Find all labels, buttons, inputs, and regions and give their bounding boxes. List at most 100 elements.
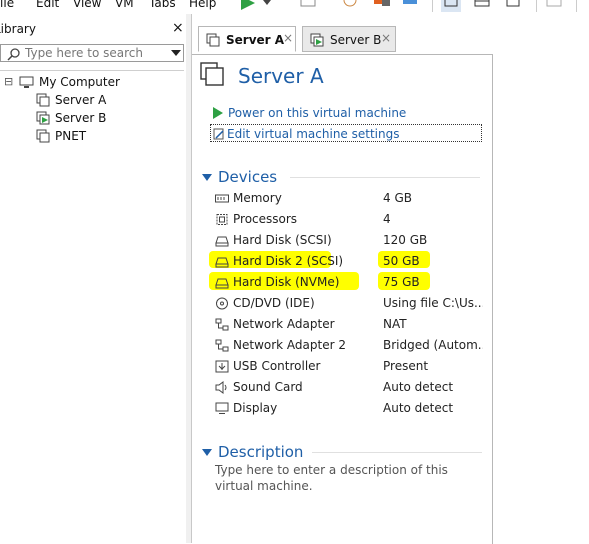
device-value: 75 GB [383, 275, 420, 289]
terminal-icon[interactable] [544, 0, 564, 12]
device-value: Present [383, 359, 429, 373]
collapse-icon[interactable] [202, 174, 212, 181]
display-icon [215, 402, 229, 414]
tab-server-a[interactable]: Server A × [198, 26, 296, 52]
device-row-network-adapter[interactable]: Network Adapter NAT [212, 314, 484, 335]
library-tree: ⊟ My Computer Server A Server B PNET [0, 70, 184, 541]
menu-bar: File Edit View VM Tabs Help [0, 0, 589, 14]
vm-large-icon [200, 62, 224, 86]
device-row-hard-disk-2-scsi[interactable]: Hard Disk 2 (SCSI) 50 GB [212, 251, 484, 272]
vm-running-icon [310, 33, 324, 47]
description-field[interactable]: Type here to enter a description of this… [215, 462, 475, 494]
play-icon [213, 107, 223, 119]
vm-icon [206, 33, 220, 47]
tab-close-button[interactable]: × [381, 31, 391, 45]
network-adapter-icon [215, 339, 229, 352]
hard-disk-icon [215, 236, 229, 247]
device-value: 120 GB [383, 233, 428, 247]
search-dropdown-icon[interactable] [171, 50, 181, 56]
section-divider [290, 177, 480, 178]
device-value: Using file C:\Us... [383, 296, 483, 310]
vm-icon [36, 93, 50, 107]
menu-vm[interactable]: VM [115, 0, 134, 10]
menu-file[interactable]: File [0, 0, 14, 10]
tab-bar: Server A × Server B × [192, 14, 589, 54]
device-value: Auto detect [383, 401, 454, 415]
device-row-cd-dvd[interactable]: CD/DVD (IDE) Using file C:\Us... [212, 293, 484, 314]
device-row-hard-disk-scsi[interactable]: Hard Disk (SCSI) 120 GB [212, 230, 484, 251]
hard-disk-icon [215, 278, 229, 289]
device-value: 4 [383, 212, 391, 226]
hard-disk-icon [215, 257, 229, 268]
device-name: Network Adapter [233, 317, 335, 331]
tree-item-server-b[interactable]: Server B [36, 109, 182, 127]
cd-dvd-icon [216, 297, 228, 310]
library-search-box[interactable] [0, 44, 184, 62]
vm-running-icon [36, 111, 50, 125]
usb-icon [215, 360, 229, 373]
device-row-network-adapter-2[interactable]: Network Adapter 2 Bridged (Autom... [212, 335, 484, 356]
device-name: Sound Card [233, 380, 303, 394]
section-title: Description [218, 443, 304, 461]
tree-item-label: My Computer [39, 75, 120, 89]
vm-summary-panel: Server A Power on this virtual machine E… [192, 54, 493, 544]
fullscreen-icon[interactable] [472, 0, 492, 12]
device-name: Memory [233, 191, 282, 205]
menu-tabs[interactable]: Tabs [149, 0, 176, 10]
device-row-hard-disk-nvme[interactable]: Hard Disk (NVMe) 75 GB [212, 272, 484, 293]
devices-section-header[interactable]: Devices [202, 168, 482, 188]
device-row-display[interactable]: Display Auto detect [212, 398, 484, 419]
tree-item-label: Server B [55, 111, 107, 125]
section-title: Devices [218, 168, 278, 186]
tab-server-b[interactable]: Server B × [302, 26, 396, 52]
library-close-button[interactable]: × [172, 20, 184, 36]
console-view-icon[interactable] [441, 0, 461, 12]
device-name: Hard Disk 2 (SCSI) [233, 254, 344, 268]
device-row-usb-controller[interactable]: USB Controller Present [212, 356, 484, 377]
collapse-icon[interactable] [202, 449, 212, 456]
library-search-input[interactable] [25, 46, 165, 60]
tab-label: Server A [226, 33, 285, 47]
menu-help[interactable]: Help [189, 0, 216, 10]
power-on-link[interactable]: Power on this virtual machine [212, 104, 412, 122]
tab-label: Server B [330, 33, 382, 47]
device-row-memory[interactable]: Memory 4 GB [212, 188, 484, 209]
tab-close-button[interactable]: × [283, 31, 293, 45]
device-name: Hard Disk (SCSI) [233, 233, 332, 247]
search-icon [7, 48, 20, 61]
tree-item-label: Server A [55, 93, 107, 107]
tree-item-my-computer[interactable]: ⊟ My Computer [4, 73, 182, 91]
action-label: Power on this virtual machine [228, 106, 407, 120]
revert-icon[interactable] [340, 0, 360, 12]
unity-icon[interactable] [503, 0, 523, 12]
description-section-header[interactable]: Description [202, 443, 482, 463]
device-name: CD/DVD (IDE) [233, 296, 315, 310]
device-value: 4 GB [383, 191, 412, 205]
snapshot-icon[interactable] [298, 0, 318, 12]
device-value: 50 GB [383, 254, 420, 268]
collapse-icon[interactable]: ⊟ [4, 73, 13, 91]
tree-item-server-a[interactable]: Server A [36, 91, 182, 109]
device-row-sound-card[interactable]: Sound Card Auto detect [212, 377, 484, 398]
library-view-icon[interactable] [400, 0, 420, 12]
network-adapter-icon [215, 318, 229, 331]
device-row-processors[interactable]: Processors 4 [212, 209, 484, 230]
sound-icon [215, 381, 227, 394]
menu-view[interactable]: View [73, 0, 101, 10]
computer-icon [19, 76, 34, 88]
device-value: NAT [383, 317, 407, 331]
device-name: Processors [233, 212, 298, 226]
memory-icon [215, 194, 229, 203]
play-icon[interactable] [238, 0, 258, 12]
manage-icon[interactable] [372, 0, 392, 12]
action-label: Edit virtual machine settings [227, 127, 400, 141]
dropdown-icon[interactable] [262, 0, 272, 12]
tree-item-pnet[interactable]: PNET [36, 127, 182, 145]
device-value: Bridged (Autom... [383, 338, 483, 352]
edit-settings-link[interactable]: Edit virtual machine settings [210, 124, 482, 142]
device-value: Auto detect [383, 380, 454, 394]
device-name: Display [233, 401, 278, 415]
menu-edit[interactable]: Edit [36, 0, 59, 10]
device-name: USB Controller [233, 359, 321, 373]
library-title: Library [0, 22, 36, 36]
